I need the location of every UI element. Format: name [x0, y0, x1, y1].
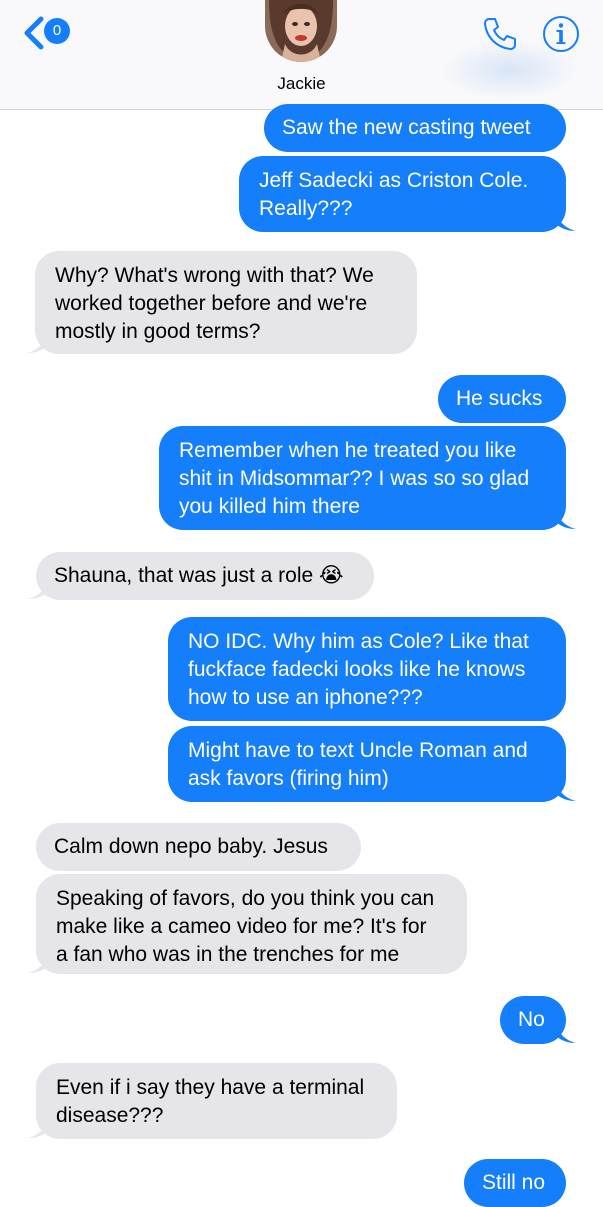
message-bubble-received[interactable]: Speaking of favors, do you think you can… [36, 874, 467, 974]
chevron-left-icon [24, 16, 44, 50]
message-bubble-sent[interactable]: Remember when he treated you like shit i… [159, 426, 566, 530]
message-bubble-sent[interactable]: He sucks [438, 375, 566, 423]
message-bubble-sent[interactable]: Saw the new casting tweet [264, 104, 566, 152]
message-bubble-sent[interactable]: Jeff Sadecki as Criston Cole. Really??? [239, 156, 566, 232]
bubble-tail [556, 212, 576, 231]
message-bubble-received[interactable]: Even if i say they have a terminal disea… [36, 1063, 397, 1139]
bubble-tail [556, 510, 576, 529]
message-bubble-sent[interactable]: Might have to text Uncle Roman and ask f… [168, 726, 566, 802]
info-button[interactable] [541, 14, 581, 54]
bubble-tail [28, 1119, 48, 1138]
message-bubble-received[interactable]: Shauna, that was just a role 😭 [36, 552, 374, 600]
bubble-tail [556, 782, 576, 801]
bubble-tail [556, 1024, 576, 1043]
unread-badge: 0 [44, 18, 70, 44]
conversation-header: 0 Jackie [0, 0, 603, 110]
call-button[interactable] [480, 14, 520, 54]
phone-icon [484, 18, 516, 50]
back-button[interactable]: 0 [18, 14, 78, 50]
avatar[interactable] [265, 0, 337, 62]
bubble-tail [27, 334, 47, 353]
info-icon [543, 16, 579, 52]
contact-name[interactable]: Jackie [200, 74, 403, 94]
bubble-tail [28, 580, 48, 599]
bubble-tail [28, 954, 48, 973]
message-bubble-sent[interactable]: NO IDC. Why him as Cole? Like that fuckf… [168, 617, 566, 721]
message-bubble-received[interactable]: Calm down nepo baby. Jesus [36, 823, 361, 871]
message-bubble-received[interactable]: Why? What's wrong with that? We worked t… [35, 251, 417, 354]
